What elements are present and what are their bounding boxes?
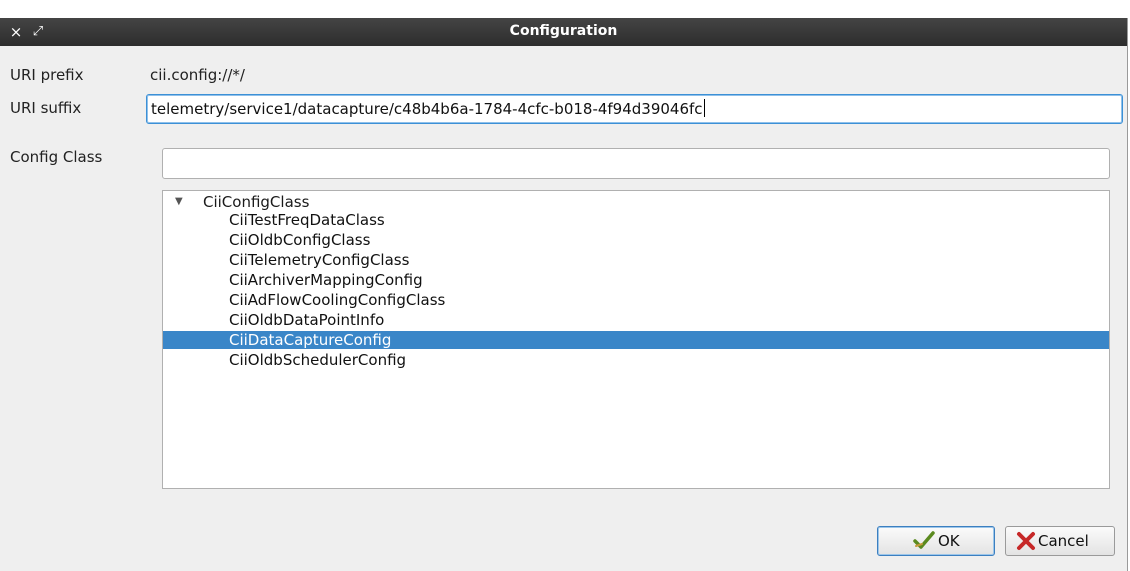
- cancel-button[interactable]: Cancel: [1005, 526, 1115, 556]
- tree-item-selected[interactable]: CiiDataCaptureConfig: [163, 331, 1109, 349]
- x-icon: [1016, 531, 1036, 560]
- window-title: Configuration: [509, 23, 618, 39]
- tree-item-label: CiiTestFreqDataClass: [229, 211, 385, 229]
- tree-item[interactable]: CiiArchiverMappingConfig: [163, 271, 1109, 289]
- tree-item-label: CiiTelemetryConfigClass: [229, 251, 410, 269]
- tree-item-label: CiiDataCaptureConfig: [229, 331, 392, 349]
- uri-suffix-label: URI suffix: [10, 99, 82, 117]
- uri-prefix-value: cii.config://*/: [150, 66, 245, 84]
- uri-suffix-input[interactable]: telemetry/service1/datacapture/c48b4b6a-…: [146, 94, 1123, 124]
- text-caret: [703, 99, 705, 117]
- tree-item[interactable]: CiiOldbConfigClass: [163, 231, 1109, 249]
- tree-item-label: CiiOldbDataPointInfo: [229, 311, 385, 329]
- check-icon: [912, 528, 936, 561]
- tree-item[interactable]: CiiOldbSchedulerConfig: [163, 351, 1109, 369]
- tree-item-label: CiiOldbSchedulerConfig: [229, 351, 407, 369]
- config-class-label: Config Class: [10, 148, 103, 166]
- tree-root-label: CiiConfigClass: [203, 193, 310, 211]
- tree-item-label: CiiAdFlowCoolingConfigClass: [229, 291, 446, 309]
- config-class-filter-input[interactable]: [162, 148, 1110, 179]
- tree-item[interactable]: CiiTestFreqDataClass: [163, 211, 1109, 229]
- uri-suffix-text: telemetry/service1/datacapture/c48b4b6a-…: [151, 100, 703, 118]
- tree-item[interactable]: CiiOldbDataPointInfo: [163, 311, 1109, 329]
- tree-item-label: CiiArchiverMappingConfig: [229, 271, 423, 289]
- ok-button-label: OK: [938, 532, 960, 550]
- tree-root-item[interactable]: ▼ CiiConfigClass: [163, 193, 1109, 211]
- config-class-tree[interactable]: ▼ CiiConfigClass CiiTestFreqDataClass Ci…: [162, 190, 1110, 489]
- ok-button[interactable]: OK: [877, 526, 995, 556]
- tree-item-label: CiiOldbConfigClass: [229, 231, 371, 249]
- configuration-dialog: × ⤢ Configuration URI prefix cii.config:…: [0, 18, 1128, 571]
- expand-arrow-icon[interactable]: ▼: [175, 193, 183, 211]
- tree-item[interactable]: CiiTelemetryConfigClass: [163, 251, 1109, 269]
- background-strip: [0, 0, 1130, 18]
- cancel-button-label: Cancel: [1038, 532, 1089, 550]
- title-bar: × ⤢ Configuration: [0, 18, 1127, 46]
- tree-item[interactable]: CiiAdFlowCoolingConfigClass: [163, 291, 1109, 309]
- uri-prefix-label: URI prefix: [10, 66, 84, 84]
